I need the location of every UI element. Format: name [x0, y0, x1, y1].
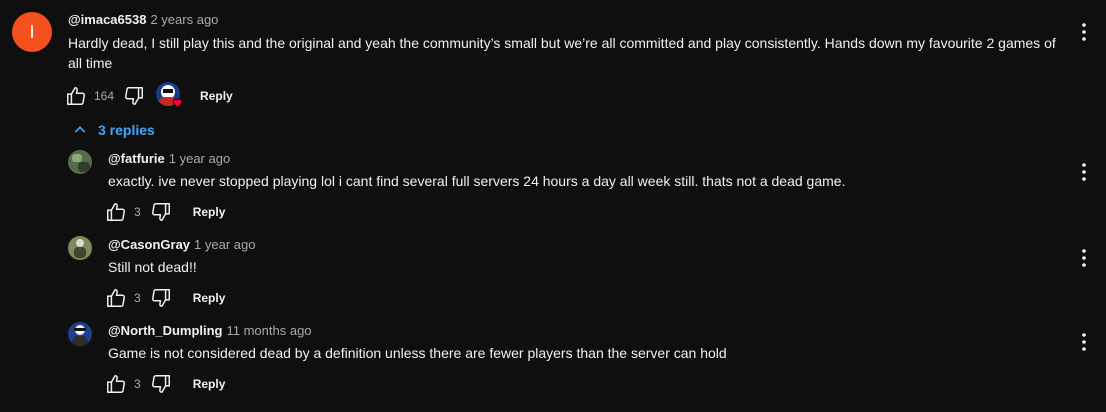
- thumb-up-icon: [107, 289, 125, 307]
- reply-button[interactable]: Reply: [193, 291, 226, 305]
- replies-count-label: 3 replies: [98, 122, 155, 138]
- reply-actions: 3 Reply: [104, 286, 225, 310]
- like-count: 164: [94, 89, 115, 103]
- reply-time[interactable]: 1 year ago: [194, 237, 255, 252]
- like-button[interactable]: [64, 84, 88, 108]
- comment-header: @imaca6538 2 years ago: [68, 12, 218, 27]
- reply-button[interactable]: Reply: [193, 377, 226, 391]
- reply-time[interactable]: 1 year ago: [169, 151, 230, 166]
- reply-avatar[interactable]: [68, 150, 92, 174]
- dislike-button[interactable]: [122, 84, 146, 108]
- thumb-down-icon: [151, 203, 170, 221]
- like-count: 3: [134, 205, 141, 219]
- comment-menu-button[interactable]: [1072, 20, 1096, 44]
- comment-thread: I @imaca6538 2 years ago Hardly dead, I s…: [0, 0, 1106, 412]
- chevron-up-icon: [74, 126, 86, 133]
- reply-author[interactable]: @North_Dumpling: [108, 323, 223, 338]
- more-vert-icon: [1082, 23, 1086, 41]
- like-count: 3: [134, 291, 141, 305]
- thumb-up-icon: [107, 375, 125, 393]
- reply-author[interactable]: @CasonGray: [108, 237, 190, 252]
- comment-time[interactable]: 2 years ago: [150, 12, 218, 27]
- creator-heart: [156, 82, 184, 110]
- thumb-up-icon: [107, 203, 125, 221]
- comment-actions: 164 Reply: [64, 82, 233, 110]
- reply-text: Still not dead!!: [108, 259, 197, 275]
- reply-button[interactable]: Reply: [200, 89, 233, 103]
- reply-text: Game is not considered dead by a definit…: [108, 345, 727, 361]
- reply-menu-button[interactable]: [1072, 160, 1096, 184]
- reply-header: @North_Dumpling 11 months ago: [108, 323, 312, 338]
- more-vert-icon: [1082, 163, 1086, 181]
- reply-menu-button[interactable]: [1072, 246, 1096, 270]
- more-vert-icon: [1082, 333, 1086, 351]
- thumb-down-icon: [151, 375, 170, 393]
- like-count: 3: [134, 377, 141, 391]
- creator-heart-icon: [172, 98, 183, 109]
- reply-time[interactable]: 11 months ago: [227, 323, 312, 338]
- reply-header: @CasonGray 1 year ago: [108, 237, 255, 252]
- reply-actions: 3 Reply: [104, 372, 225, 396]
- dislike-button[interactable]: [149, 372, 173, 396]
- thumb-down-icon: [125, 87, 144, 105]
- reply-author[interactable]: @fatfurie: [108, 151, 165, 166]
- reply-avatar[interactable]: [68, 322, 92, 346]
- reply-text: exactly. ive never stopped playing lol i…: [108, 173, 846, 189]
- comment-author[interactable]: @imaca6538: [68, 12, 146, 27]
- reply-button[interactable]: Reply: [193, 205, 226, 219]
- commenter-avatar[interactable]: I: [12, 12, 52, 52]
- dislike-button[interactable]: [149, 200, 173, 224]
- dislike-button[interactable]: [149, 286, 173, 310]
- thumb-up-icon: [67, 87, 85, 105]
- comment-text: Hardly dead, I still play this and the o…: [68, 35, 1056, 71]
- reply-actions: 3 Reply: [104, 200, 225, 224]
- replies-toggle-button[interactable]: 3 replies: [72, 122, 155, 138]
- thumb-down-icon: [151, 289, 170, 307]
- like-button[interactable]: [104, 372, 128, 396]
- more-vert-icon: [1082, 249, 1086, 267]
- reply-avatar[interactable]: [68, 236, 92, 260]
- reply-header: @fatfurie 1 year ago: [108, 151, 230, 166]
- reply-menu-button[interactable]: [1072, 330, 1096, 354]
- like-button[interactable]: [104, 286, 128, 310]
- like-button[interactable]: [104, 200, 128, 224]
